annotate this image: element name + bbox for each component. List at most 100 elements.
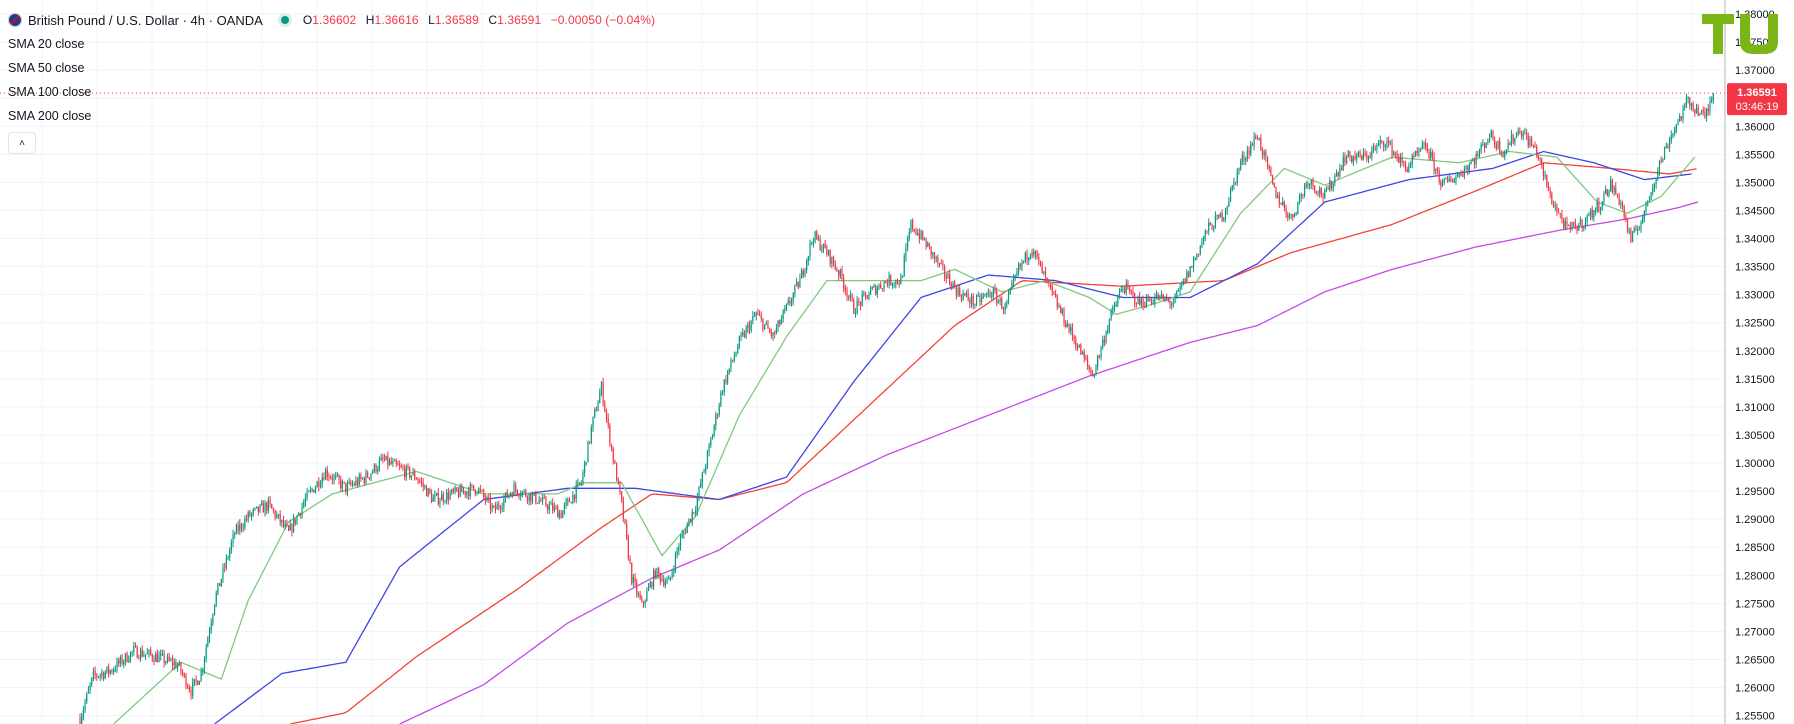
candle-body: [1174, 294, 1176, 303]
candle: [925, 237, 927, 250]
candle: [1453, 177, 1455, 184]
indicator-sma-100[interactable]: SMA 100 close: [8, 80, 655, 104]
candle: [526, 495, 529, 504]
price-axis[interactable]: 1.380001.375001.370001.365001.360001.355…: [1724, 0, 1794, 724]
candle-body: [1478, 150, 1481, 156]
sma-100-line: [290, 162, 1697, 724]
y-tick-label: 1.30500: [1735, 430, 1775, 442]
candle-body: [1483, 144, 1486, 148]
candle-body: [1324, 190, 1326, 198]
candle: [748, 320, 751, 335]
candle: [1660, 156, 1662, 164]
candle: [427, 487, 429, 498]
indicator-sma-20[interactable]: SMA 20 close: [8, 32, 655, 56]
candle-body: [1430, 152, 1432, 159]
candle: [1705, 107, 1708, 122]
candle: [1303, 183, 1306, 198]
candle: [792, 291, 794, 306]
candle: [82, 706, 84, 721]
candle-body: [111, 670, 113, 672]
candle: [1630, 227, 1632, 244]
candle-body: [949, 274, 951, 285]
candle: [1026, 249, 1028, 266]
candle: [1223, 216, 1225, 222]
candle-body: [1409, 163, 1412, 166]
candle-body: [969, 299, 971, 304]
candle-body: [420, 481, 423, 483]
candle-body: [920, 231, 922, 240]
candle: [730, 357, 732, 373]
candle: [619, 480, 621, 495]
candle-body: [918, 233, 920, 240]
candle: [89, 682, 91, 695]
candle-body: [232, 534, 234, 543]
candle: [1177, 287, 1180, 292]
candle-body: [311, 489, 313, 491]
candle-body: [679, 537, 682, 547]
indicator-sma-200[interactable]: SMA 200 close: [8, 104, 655, 128]
candle: [461, 483, 463, 493]
candle: [372, 469, 374, 475]
candle-body: [158, 655, 160, 663]
candle: [198, 680, 201, 685]
candle: [447, 487, 449, 505]
candle: [1201, 237, 1203, 249]
candle-body: [1256, 138, 1259, 140]
candle-body: [1337, 172, 1339, 176]
candle-body: [1182, 279, 1185, 285]
symbol-row[interactable]: British Pound / U.S. Dollar · 4h · OANDA…: [8, 8, 655, 32]
candle-body: [1235, 181, 1237, 183]
candle: [969, 297, 971, 309]
candle: [261, 499, 263, 506]
candle: [720, 390, 722, 408]
candle-body: [230, 542, 232, 551]
candle: [483, 488, 485, 500]
candle-body: [605, 410, 608, 418]
candle: [1208, 218, 1210, 236]
candle-body: [1088, 365, 1090, 370]
candle: [286, 519, 288, 527]
candle: [1349, 150, 1351, 162]
candle-body: [365, 472, 367, 483]
symbol-title[interactable]: British Pound / U.S. Dollar · 4h · OANDA: [28, 13, 263, 28]
candle: [1532, 144, 1534, 149]
candle-body: [927, 243, 929, 248]
candle-body: [912, 220, 914, 230]
candle-body: [1357, 151, 1359, 157]
candle: [1655, 178, 1657, 189]
candle: [1616, 193, 1619, 199]
candle: [1707, 104, 1709, 116]
candle-body: [1547, 186, 1550, 191]
candle: [1450, 175, 1452, 182]
candle-body: [432, 497, 434, 502]
candle: [1352, 155, 1354, 166]
candle: [1293, 212, 1296, 218]
candle-body: [836, 269, 838, 272]
candle-body: [367, 472, 369, 478]
indicator-sma-50[interactable]: SMA 50 close: [8, 56, 655, 80]
candle: [1145, 294, 1148, 309]
candle-body: [1712, 93, 1714, 100]
candle: [1039, 260, 1042, 267]
candle: [705, 463, 707, 475]
candle-body: [1435, 168, 1437, 171]
candle-body: [400, 466, 402, 468]
candle: [1482, 139, 1484, 147]
candle-body: [402, 467, 404, 469]
candle: [1292, 214, 1294, 222]
candle: [716, 413, 719, 420]
candle-body: [999, 298, 1001, 301]
candle-body: [498, 504, 500, 508]
candle: [1224, 207, 1227, 223]
candle: [723, 379, 725, 397]
candle: [1554, 201, 1556, 211]
candle: [473, 485, 475, 491]
candle-body: [900, 276, 902, 285]
candle-body: [220, 579, 222, 586]
collapse-legend-button[interactable]: ˄: [8, 132, 36, 154]
candle: [1505, 149, 1508, 155]
candle: [163, 649, 165, 668]
candle: [703, 468, 705, 473]
candle: [1608, 189, 1610, 198]
candle-body: [1056, 297, 1058, 308]
